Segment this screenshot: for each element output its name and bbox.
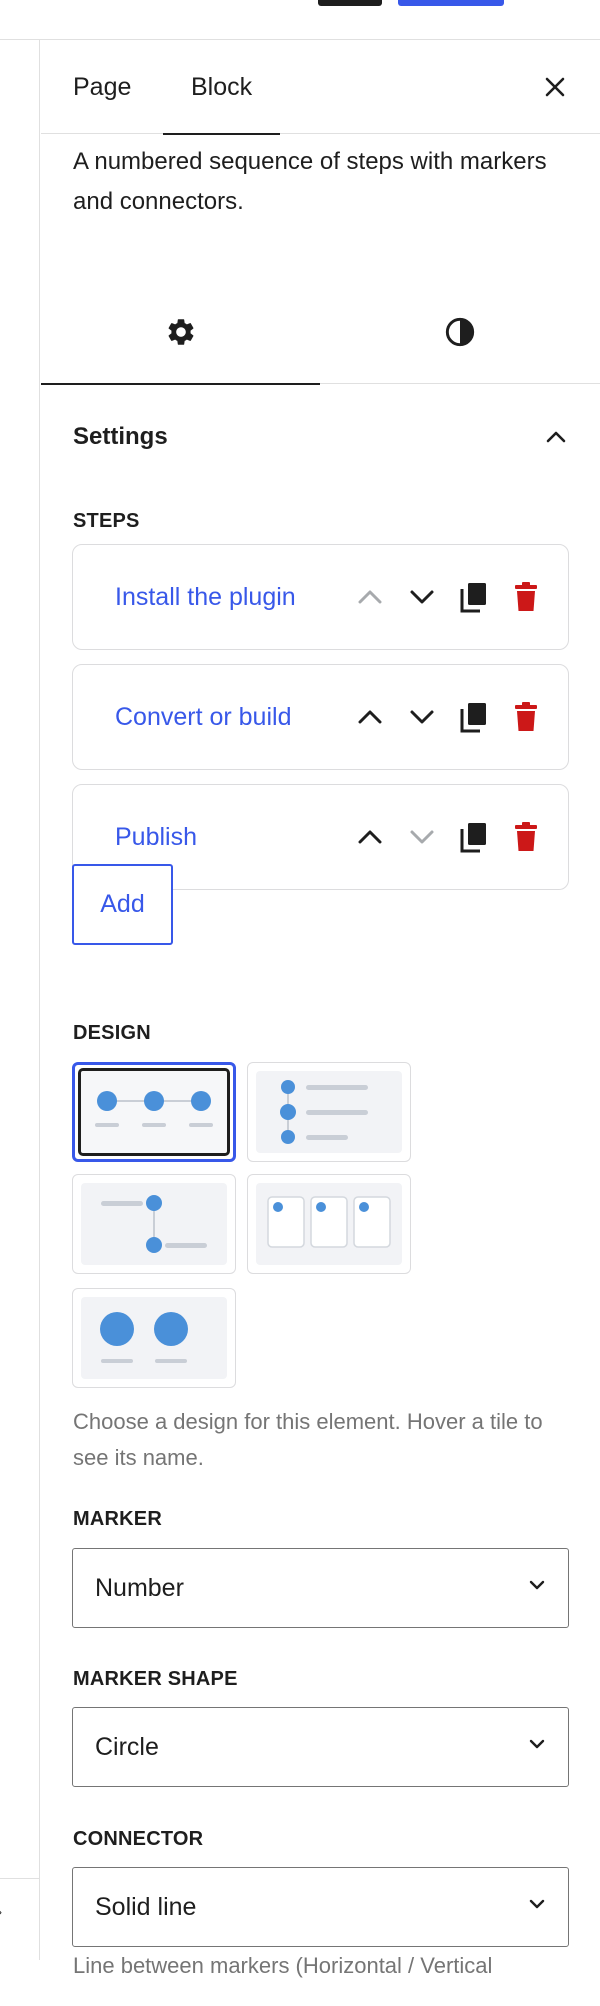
design-help-text: Choose a design for this element. Hover … <box>73 1409 543 1470</box>
block-settings-sidebar: Page Block A numbered sequence of steps … <box>41 40 600 2006</box>
close-sidebar-button[interactable] <box>538 70 572 104</box>
chevron-down-icon <box>410 830 434 844</box>
connector-select-value: Solid line <box>95 1892 197 1921</box>
marker-shape-select[interactable]: Circle <box>72 1707 569 1787</box>
chevron-up-icon <box>358 830 382 844</box>
steps-label: STEPS <box>73 510 140 532</box>
trash-icon <box>515 822 537 851</box>
chevron-down-icon <box>529 1580 545 1590</box>
tab-page[interactable]: Page <box>41 40 163 134</box>
duplicate-icon <box>460 823 486 853</box>
inspector-subtabs <box>41 280 600 385</box>
chevron-up-icon <box>358 710 382 724</box>
settings-panel-toggle[interactable]: Settings <box>41 384 600 490</box>
move-down-button[interactable] <box>404 819 440 855</box>
contrast-icon <box>445 317 474 347</box>
step-label[interactable]: Convert or build <box>115 703 291 732</box>
editor-top-bar <box>0 0 600 40</box>
design-cards-preview-icon <box>267 1196 391 1248</box>
move-up-button[interactable] <box>352 819 388 855</box>
duplicate-button[interactable] <box>456 579 492 615</box>
editor-canvas-edge <box>0 40 40 1960</box>
design-tile-vertical[interactable] <box>247 1062 411 1162</box>
duplicate-icon <box>460 583 486 613</box>
move-down-button[interactable] <box>404 579 440 615</box>
connector-label: CONNECTOR <box>73 1828 204 1850</box>
design-tile-cards[interactable] <box>247 1174 411 1274</box>
move-up-button[interactable] <box>352 579 388 615</box>
delete-button[interactable] <box>508 699 544 735</box>
add-step-button[interactable]: Add <box>72 864 173 945</box>
marker-select[interactable]: Number <box>72 1548 569 1628</box>
connector-select[interactable]: Solid line <box>72 1867 569 1947</box>
chevron-down-icon <box>410 710 434 724</box>
design-tile-alternating[interactable] <box>72 1174 236 1274</box>
duplicate-icon <box>460 703 486 733</box>
trash-icon <box>515 582 537 611</box>
marker-select-value: Number <box>95 1573 184 1602</box>
marker-shape-select-value: Circle <box>95 1732 159 1761</box>
duplicate-button[interactable] <box>456 819 492 855</box>
duplicate-button[interactable] <box>456 699 492 735</box>
gear-icon <box>168 319 193 345</box>
chevron-down-icon <box>410 590 434 604</box>
design-horizontal-preview-icon <box>95 1091 213 1127</box>
chevron-down-icon <box>529 1739 545 1749</box>
trash-icon <box>515 702 537 731</box>
toolbar-primary-button[interactable] <box>398 0 504 6</box>
step-label[interactable]: Publish <box>115 823 197 852</box>
toolbar-dark-button[interactable] <box>318 0 382 6</box>
sidebar-tabs: Page Block <box>41 40 600 135</box>
step-item: Install the plugin <box>72 544 569 650</box>
connector-help-text: Line between markers (Horizontal / Verti… <box>73 1953 493 1978</box>
design-vertical-preview-icon <box>280 1080 368 1144</box>
design-large-markers-preview-icon <box>100 1312 188 1363</box>
settings-panel-title: Settings <box>73 423 168 450</box>
design-tile-horizontal[interactable] <box>72 1062 236 1162</box>
move-up-button[interactable] <box>352 699 388 735</box>
close-icon <box>545 77 565 97</box>
design-alternating-preview-icon <box>101 1195 207 1253</box>
tab-styles[interactable] <box>320 280 599 384</box>
chevron-right-icon: › <box>0 1906 8 1918</box>
chevron-up-icon <box>546 431 566 443</box>
canvas-divider <box>0 1878 40 1879</box>
step-item: Convert or build <box>72 664 569 770</box>
design-label: DESIGN <box>73 1022 151 1044</box>
delete-button[interactable] <box>508 579 544 615</box>
chevron-up-icon <box>358 590 382 604</box>
move-down-button[interactable] <box>404 699 440 735</box>
step-label[interactable]: Install the plugin <box>115 583 296 612</box>
tab-block[interactable]: Block <box>159 40 284 135</box>
design-tile-large-markers[interactable] <box>72 1288 236 1388</box>
chevron-down-icon <box>529 1899 545 1909</box>
tab-settings[interactable] <box>41 280 320 385</box>
delete-button[interactable] <box>508 819 544 855</box>
marker-shape-label: MARKER SHAPE <box>73 1668 238 1690</box>
marker-label: MARKER <box>73 1508 162 1530</box>
